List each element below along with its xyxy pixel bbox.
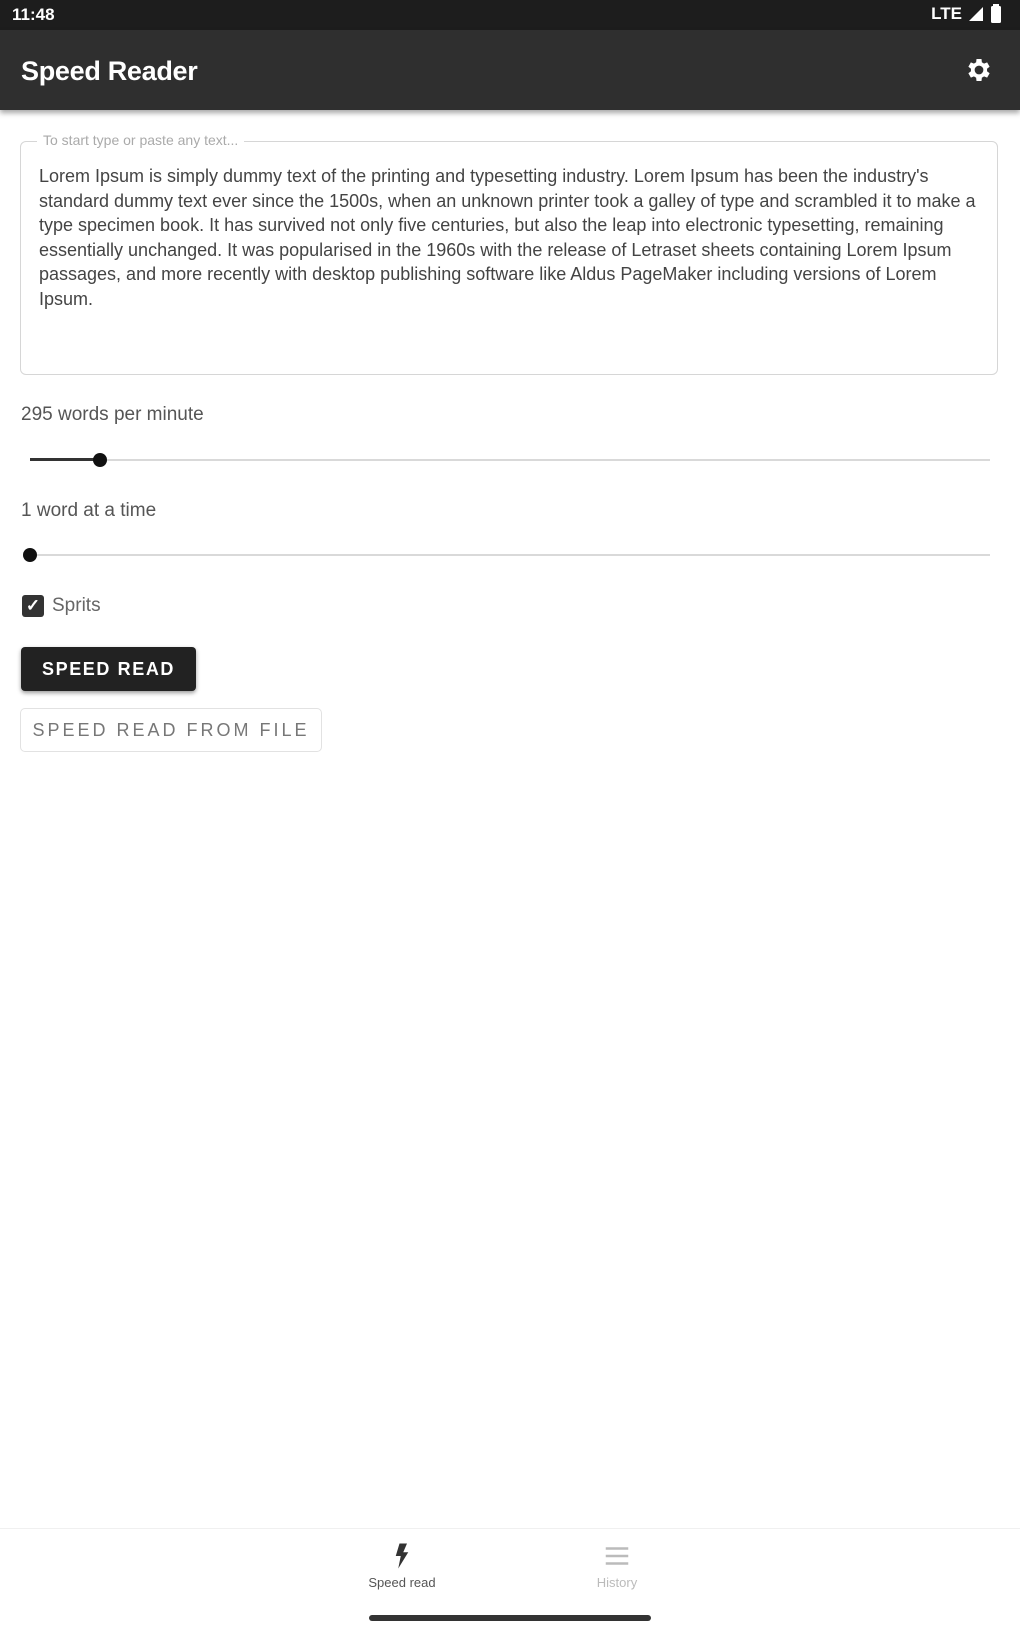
app-title: Speed Reader <box>21 56 198 86</box>
app-bar: Speed Reader <box>0 30 1020 110</box>
settings-gear-icon[interactable] <box>964 55 994 85</box>
status-icons: LTE <box>931 4 1002 24</box>
sprits-checkbox[interactable]: ✓ <box>22 595 44 617</box>
speed-read-button[interactable]: SPEED READ <box>21 647 196 691</box>
home-indicator[interactable] <box>369 1615 651 1621</box>
chunk-slider-thumb[interactable] <box>23 548 37 562</box>
status-time: 11:48 <box>12 5 55 24</box>
text-input-field[interactable]: To start type or paste any text... Lorem… <box>20 132 998 375</box>
wpm-slider-track <box>30 459 990 461</box>
wpm-slider-thumb[interactable] <box>93 453 107 467</box>
history-icon <box>605 1547 629 1565</box>
nav-item-speed-read[interactable]: Speed read <box>337 1541 467 1590</box>
nav-label-history: History <box>596 1575 638 1590</box>
speed-read-from-file-button[interactable]: SPEED READ FROM FILE <box>20 708 322 752</box>
chunk-slider-track <box>30 554 990 556</box>
chunk-label: 1 word at a time <box>21 500 157 521</box>
chunk-slider[interactable] <box>23 543 990 567</box>
wpm-label: 295 words per minute <box>21 404 204 425</box>
battery-icon <box>991 4 1001 23</box>
sprits-checkbox-row[interactable]: ✓ Sprits <box>22 595 101 617</box>
nav-item-history[interactable]: History <box>552 1541 682 1590</box>
signal-icon <box>969 7 983 21</box>
text-field-label: To start type or paste any text... <box>37 132 245 148</box>
text-field-value[interactable]: Lorem Ipsum is simply dummy text of the … <box>39 164 979 311</box>
wpm-slider[interactable] <box>30 448 990 472</box>
status-bar: 11:48 LTE <box>0 0 1020 30</box>
network-type: LTE <box>931 4 962 23</box>
nav-label-speed-read: Speed read <box>368 1575 436 1590</box>
sprits-label: Sprits <box>52 595 101 616</box>
wpm-slider-active-track <box>30 458 100 461</box>
speed-read-icon <box>395 1543 409 1569</box>
